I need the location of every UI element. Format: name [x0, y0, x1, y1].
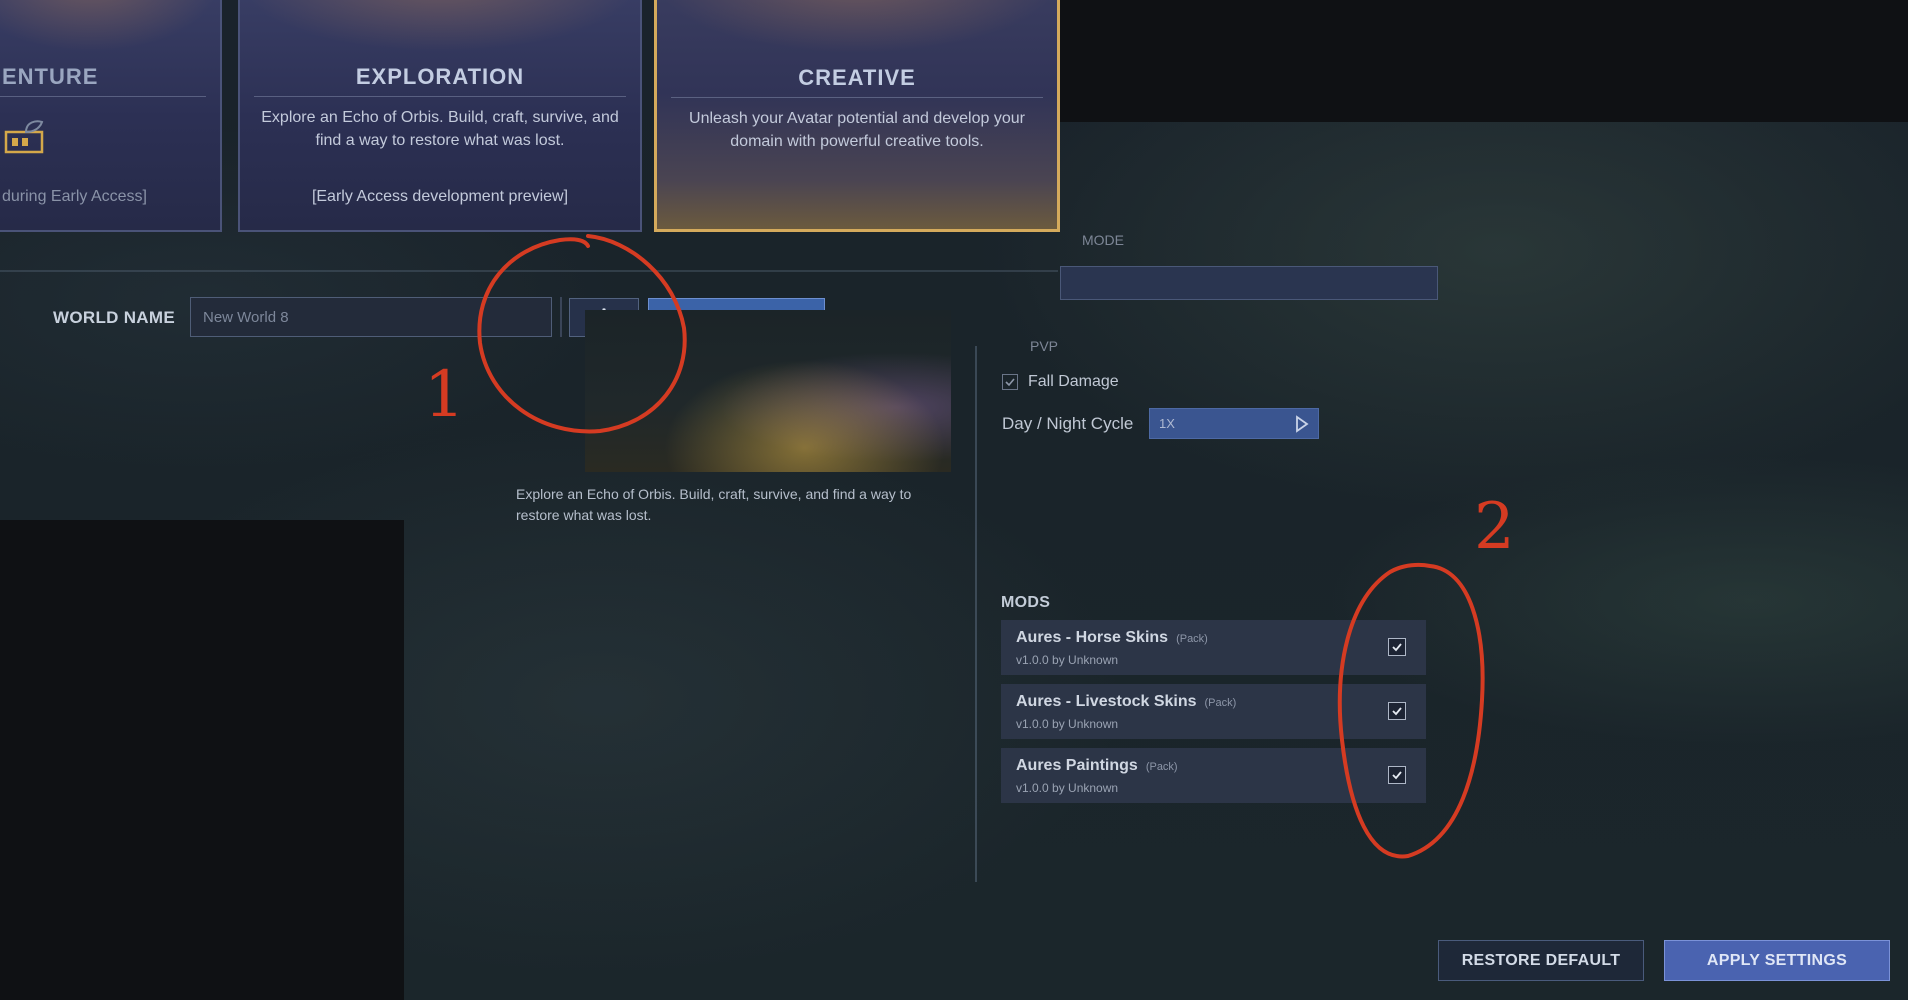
day-night-value: 1X: [1159, 416, 1175, 431]
mod-name: Aures - Livestock Skins (Pack): [1016, 693, 1236, 711]
annotation-number: 1: [424, 358, 465, 432]
background-dark-region: [0, 520, 404, 1000]
mod-title: Aures - Livestock Skins: [1016, 693, 1197, 710]
fall-damage-checkbox[interactable]: [1002, 374, 1018, 390]
setting-label: MODE: [1082, 232, 1124, 248]
check-icon: [1392, 643, 1402, 652]
pvp-label: PVP: [1030, 338, 1059, 354]
card-art: [0, 0, 220, 52]
divider: [975, 346, 977, 882]
apply-settings-button[interactable]: APPLY SETTINGS: [1664, 940, 1890, 981]
card-note: during Early Access]: [2, 188, 147, 205]
mod-title: Aures - Horse Skins: [1016, 629, 1169, 646]
mod-tag: (Pack): [1176, 633, 1208, 645]
mod-meta: v1.0.0 by Unknown: [1016, 653, 1119, 667]
divider: [560, 297, 562, 337]
fall-damage-toggle[interactable]: Fall Damage: [1002, 373, 1119, 391]
card-note: [Early Access development preview]: [311, 188, 569, 205]
mode-card-creative[interactable]: CREATIVE Unleash your Avatar potential a…: [654, 0, 1060, 232]
mod-tag: (Pack): [1204, 697, 1237, 709]
day-night-label: Day / Night Cycle: [1002, 414, 1134, 433]
fall-damage-label: Fall Damage: [1028, 373, 1119, 390]
card-title: ENTURE: [2, 64, 99, 89]
day-night-select[interactable]: 1X: [1149, 408, 1319, 439]
world-name-input[interactable]: [190, 297, 552, 337]
mods-title: MODS: [1001, 594, 1051, 611]
play-arrow-icon: [1296, 415, 1309, 433]
card-description: Explore an Echo of Orbis. Build, craft, …: [261, 109, 619, 149]
card-divider: [671, 97, 1043, 98]
mod-meta: v1.0.0 by Unknown: [1016, 781, 1119, 795]
mod-name: Aures - Horse Skins (Pack): [1016, 629, 1208, 647]
card-title: EXPLORATION: [355, 64, 525, 89]
mod-item[interactable]: Aures - Livestock Skins (Pack) v1.0.0 by …: [1001, 684, 1426, 739]
check-icon: [1392, 707, 1402, 716]
world-preview-image: [585, 310, 951, 472]
world-name-label: WORLD NAME: [53, 308, 175, 327]
divider: [0, 270, 1058, 272]
card-divider: [254, 96, 626, 97]
treasure-chest-icon: [4, 120, 44, 154]
card-title: CREATIVE: [798, 65, 916, 90]
annotation-number: 2: [1474, 490, 1515, 564]
preview-caption: Explore an Echo of Orbis. Build, craft, …: [516, 486, 912, 523]
card-description: Unleash your Avatar potential and develo…: [689, 110, 1025, 150]
mod-item[interactable]: Aures Paintings (Pack) v1.0.0 by Unknown: [1001, 748, 1426, 803]
mode-card-exploration[interactable]: EXPLORATION Explore an Echo of Orbis. Bu…: [238, 0, 642, 232]
mod-name: Aures Paintings (Pack): [1016, 757, 1178, 775]
card-art: [240, 0, 640, 52]
mod-checkbox[interactable]: [1388, 702, 1406, 720]
mod-meta: v1.0.0 by Unknown: [1016, 717, 1119, 731]
restore-default-button[interactable]: RESTORE DEFAULT: [1438, 940, 1644, 981]
check-icon: [1005, 378, 1015, 387]
mod-item[interactable]: Aures - Horse Skins (Pack) v1.0.0 by Unkn…: [1001, 620, 1426, 675]
mod-checkbox[interactable]: [1388, 766, 1406, 784]
check-icon: [1392, 771, 1402, 780]
card-art: [657, 0, 1057, 53]
setting-field[interactable]: [1060, 266, 1438, 300]
background-dark-region: [1060, 0, 1908, 122]
mode-card-adventure[interactable]: ENTURE during Early Access]: [0, 0, 222, 232]
card-divider: [0, 96, 206, 97]
mod-title: Aures Paintings: [1016, 757, 1138, 774]
mod-checkbox[interactable]: [1388, 638, 1406, 656]
mod-tag: (Pack): [1145, 761, 1178, 773]
